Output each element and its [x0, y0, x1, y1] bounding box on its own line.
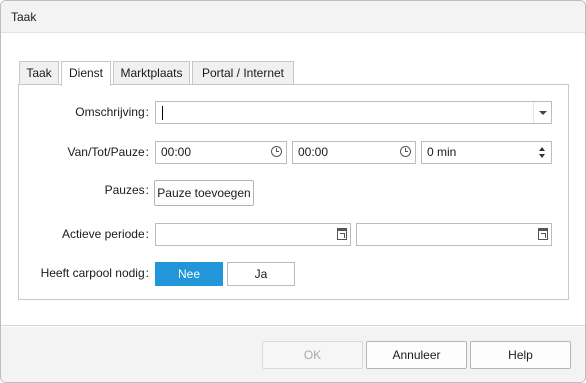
dienst-panel: Omschrijving: Van/Tot/Pauze: 00:00 00:00…	[18, 84, 569, 300]
chevron-down-icon[interactable]	[533, 102, 551, 123]
carpool-nee-toggle[interactable]: Nee	[155, 262, 223, 286]
spinner-icon[interactable]	[535, 142, 551, 163]
help-button[interactable]: Help	[470, 341, 571, 369]
clock-icon[interactable]	[400, 146, 411, 157]
dialog-window: Taak Taak Dienst Marktplaats Portal / In…	[0, 0, 586, 383]
omschrijving-combobox[interactable]	[155, 101, 552, 124]
window-title: Taak	[11, 10, 37, 24]
van-time-input[interactable]: 00:00	[155, 141, 287, 164]
text-caret	[162, 106, 163, 120]
annuleer-button[interactable]: Annuleer	[366, 341, 467, 369]
ok-button[interactable]: OK	[262, 341, 363, 369]
tot-time-input[interactable]: 00:00	[292, 141, 416, 164]
calendar-icon[interactable]	[538, 228, 548, 240]
title-bar: Taak	[1, 1, 585, 33]
carpool-ja-toggle[interactable]: Ja	[227, 262, 295, 286]
tab-portal-internet[interactable]: Portal / Internet	[192, 61, 294, 85]
van-tot-pauze-label: Van/Tot/Pauze:	[67, 145, 149, 159]
calendar-icon[interactable]	[337, 228, 347, 240]
pauze-toevoegen-button[interactable]: Pauze toevoegen	[154, 180, 254, 206]
actieve-periode-end-date[interactable]	[356, 223, 552, 246]
tab-dienst[interactable]: Dienst	[61, 61, 111, 86]
clock-icon[interactable]	[271, 146, 282, 157]
omschrijving-label: Omschrijving:	[75, 105, 149, 119]
tab-taak[interactable]: Taak	[19, 61, 59, 85]
actieve-periode-start-date[interactable]	[155, 223, 351, 246]
tab-marktplaats[interactable]: Marktplaats	[113, 61, 190, 85]
spin-down-icon[interactable]	[539, 154, 545, 158]
actieve-periode-label: Actieve periode:	[61, 227, 149, 241]
dialog-footer: OK Annuleer Help	[1, 327, 585, 382]
pauzes-label: Pauzes:	[104, 183, 149, 197]
spin-up-icon[interactable]	[539, 147, 545, 151]
carpool-label: Heeft carpool nodig:	[40, 266, 149, 280]
dialog-content: Taak Dienst Marktplaats Portal / Interne…	[1, 34, 585, 326]
pauze-stepper[interactable]: 0 min	[421, 141, 552, 164]
